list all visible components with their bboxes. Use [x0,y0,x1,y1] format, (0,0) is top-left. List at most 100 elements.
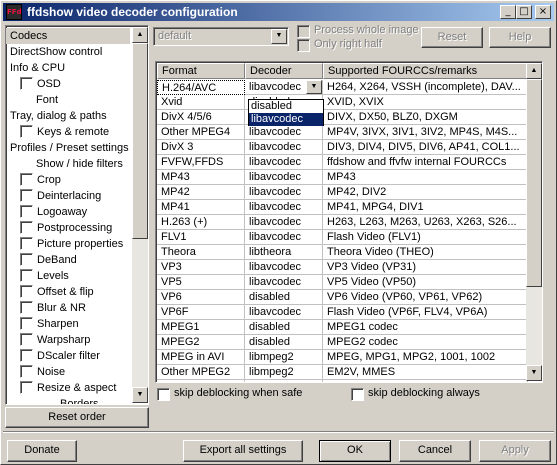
sidebar-item[interactable]: Sharpen [6,316,130,332]
preset-select[interactable]: default ▼ [153,27,289,46]
sidebar-item[interactable]: Deinterlacing [6,188,130,204]
scroll-down-icon[interactable]: ▼ [132,387,148,403]
table-row[interactable]: H.264/AVC libavcodec H264, X264, VSSH (inc… [157,80,528,95]
export-settings-button[interactable]: Export all settings [183,440,303,462]
cell-decoder[interactable]: libavcodec [245,170,323,185]
cell-decoder[interactable]: disabled [245,380,323,382]
filter-checkbox[interactable] [20,237,33,250]
sidebar-item[interactable]: OSD [6,76,130,92]
apply-button[interactable]: Apply [479,440,551,462]
ok-button[interactable]: OK [319,440,391,462]
sidebar-item[interactable]: Codecs [6,28,130,44]
cell-decoder[interactable]: libavcodec [245,305,323,320]
filter-checkbox[interactable] [20,285,33,298]
table-row[interactable]: Other MPEG4 libavcodec MP4V, 3IVX, 3IV1, 3… [157,125,528,140]
scroll-thumb[interactable] [132,43,148,239]
table-row[interactable]: FVFW,FFDS libavcodec ffdshow and ffvfw int… [157,155,528,170]
filter-checkbox[interactable] [20,333,33,346]
sidebar-item[interactable]: DeBand [6,252,130,268]
cell-decoder[interactable]: libmpeg2 [245,350,323,365]
filter-checkbox[interactable] [20,381,33,394]
filter-checkbox[interactable] [20,77,33,90]
sidebar-item[interactable]: DirectShow control [6,44,130,60]
column-header-decoder[interactable]: Decoder [245,63,323,79]
help-button[interactable]: Help [489,27,551,48]
filter-checkbox[interactable] [20,253,33,266]
table-row[interactable]: WMV1/7disabledWindows Media Video 7 (WMV… [157,380,528,382]
skip-deblocking-safe-checkbox[interactable] [157,388,170,401]
sidebar-item[interactable]: Tray, dialog & paths [6,108,130,124]
minimize-button[interactable]: _ [500,5,516,19]
sidebar-item[interactable]: Logoaway [6,204,130,220]
cell-decoder[interactable]: libavcodec [245,230,323,245]
filter-checkbox[interactable] [20,301,33,314]
sidebar-item[interactable]: Font [6,92,130,108]
sidebar-item[interactable]: Blur & NR [6,300,130,316]
sidebar-item[interactable]: Warpsharp [6,332,130,348]
cell-decoder[interactable]: libmpeg2 [245,365,323,380]
table-row[interactable]: VP6F libavcodec Flash Video (VP6F, FLV4, V… [157,305,528,320]
column-header-format[interactable]: Format [157,63,245,79]
filter-checkbox[interactable] [20,365,33,378]
codecs-table[interactable]: Format Decoder Supported FOURCCs/remarks… [155,61,543,383]
scroll-up-icon[interactable]: ▲ [526,63,542,79]
sidebar-item[interactable]: Postprocessing [6,220,130,236]
cell-decoder[interactable]: libavcodec [245,275,323,290]
filter-checkbox[interactable] [20,221,33,234]
maximize-button[interactable]: □ [516,5,532,19]
table-row[interactable]: VP5 libavcodec VP5 Video (VP50) [157,275,528,290]
tree-scrollbar[interactable]: ▲ ▼ [132,27,148,403]
sidebar-item[interactable]: Offset & flip [6,284,130,300]
chevron-down-icon[interactable]: ▼ [271,29,287,44]
reset-order-button[interactable]: Reset order [5,407,149,428]
sidebar-item[interactable]: Levels [6,268,130,284]
cell-decoder[interactable]: libavcodec [245,155,323,170]
sidebar-item[interactable]: Picture properties [6,236,130,252]
table-row[interactable]: H.263 (+) libavcodec H263, L263, M263, U26… [157,215,528,230]
table-row[interactable]: DivX 4/5/6 libavcodecDIVX, DX50, BLZ0, DX… [157,110,528,125]
filter-checkbox[interactable] [20,317,33,330]
decoder-dropdown-list[interactable]: disabled libavcodec [248,99,324,126]
column-header-remarks[interactable]: Supported FOURCCs/remarks [323,63,528,79]
close-button[interactable]: × [535,5,551,19]
skip-deblocking-always-checkbox[interactable] [351,388,364,401]
reset-button[interactable]: Reset [421,27,483,48]
table-row[interactable]: MPEG2 disabled MPEG2 codec [157,335,528,350]
donate-button[interactable]: Donate [7,440,77,462]
table-row[interactable]: Theora libtheora Theora Video (THEO) [157,245,528,260]
scroll-down-icon[interactable]: ▼ [526,365,542,381]
sidebar-item[interactable]: DScaler filter [6,348,130,364]
sidebar-item[interactable]: Show / hide filters [6,156,130,172]
table-row[interactable]: FLV1 libavcodec Flash Video (FLV1) [157,230,528,245]
cell-decoder[interactable]: libtheora [245,245,323,260]
filter-checkbox[interactable] [20,205,33,218]
cell-decoder[interactable]: disabled [245,290,323,305]
cancel-button[interactable]: Cancel [399,440,471,462]
table-row[interactable]: Xvid disabledXVID, XVIX [157,95,528,110]
cell-decoder[interactable]: libavcodec [245,200,323,215]
only-right-half-checkbox[interactable] [297,39,310,52]
sidebar-item[interactable]: Info & CPU [6,60,130,76]
sidebar-item[interactable]: Profiles / Preset settings [6,140,130,156]
cell-decoder[interactable]: disabled [245,335,323,350]
scroll-thumb[interactable] [526,79,542,287]
table-row[interactable]: MPEG in AVI libmpeg2 MPEG, MPG1, MPG2, 100… [157,350,528,365]
table-row[interactable]: MP41 libavcodec MP41, MPG4, DIV1 [157,200,528,215]
cell-decoder[interactable]: libavcodec [245,185,323,200]
table-scrollbar[interactable]: ▲ ▼ [526,63,542,381]
filter-checkbox[interactable] [20,125,33,138]
cell-decoder[interactable]: disabled [245,320,323,335]
table-row[interactable]: MP43 libavcodec MP43 [157,170,528,185]
cell-decoder[interactable]: libavcodec [245,215,323,230]
table-row[interactable]: VP3 libavcodec VP3 Video (VP31) [157,260,528,275]
table-row[interactable]: VP6 disabled VP6 Video (VP60, VP61, VP62) [157,290,528,305]
sidebar-item[interactable]: Keys & remote [6,124,130,140]
title-bar[interactable]: FFd ffdshow video decoder configuration … [3,3,554,21]
cell-decoder[interactable]: libavcodec [245,260,323,275]
table-row[interactable]: DivX 3 libavcodec DIV3, DIV4, DIV5, DIV6, … [157,140,528,155]
sidebar-item[interactable]: Resize & aspect [6,380,130,396]
filter-checkbox[interactable] [20,349,33,362]
table-row[interactable]: MP42 libavcodec MP42, DIV2 [157,185,528,200]
filter-checkbox[interactable] [20,189,33,202]
sidebar-item[interactable]: Crop [6,172,130,188]
